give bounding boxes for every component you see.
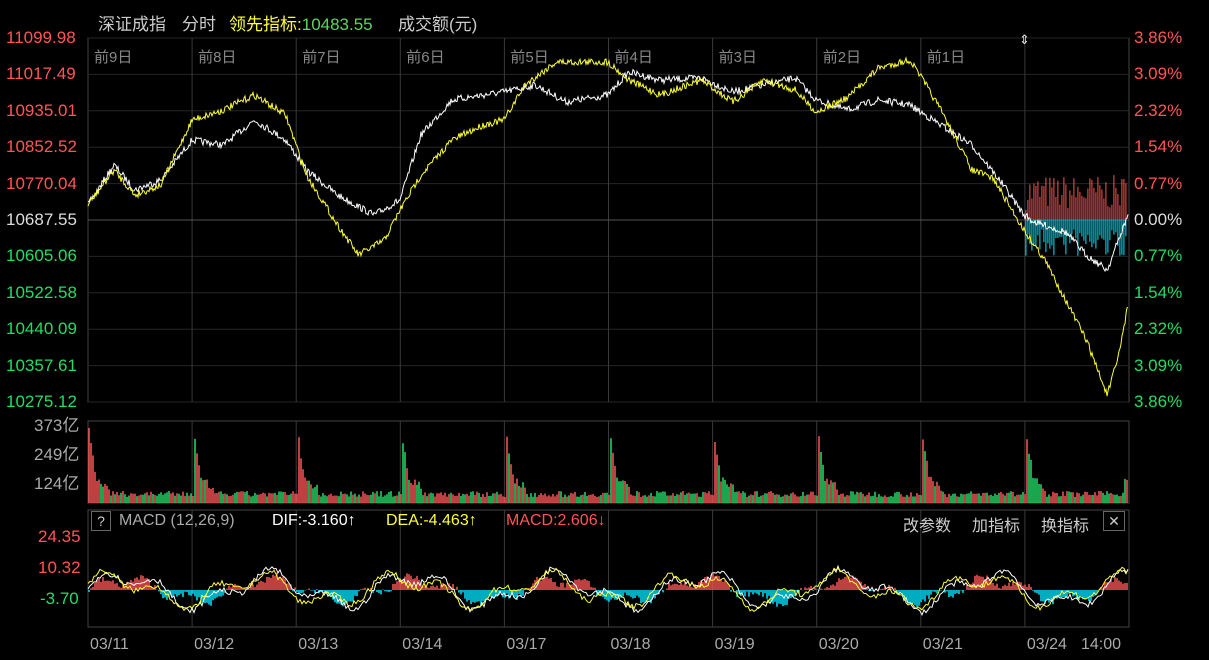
intraday-chart[interactable]: ⇕ — [0, 0, 1209, 660]
price-tick: 10687.55 — [6, 210, 77, 229]
price-tick: 10357.61 — [6, 355, 77, 375]
percent-tick: 3.09% — [1134, 64, 1183, 84]
date-label: 03/12 — [194, 636, 235, 653]
macd-tick: 10.32 — [38, 558, 81, 577]
day-label: 前5日 — [510, 49, 549, 66]
day-label: 前4日 — [614, 49, 653, 66]
price-tick: 10605.06 — [6, 246, 77, 266]
percent-tick: 0.77% — [1134, 173, 1183, 193]
macd-dea: DEA:-4.463↑ — [386, 512, 477, 529]
date-label: 03/18 — [610, 636, 651, 653]
percent-tick: 0.00% — [1134, 210, 1183, 229]
price-tick: 10852.52 — [6, 137, 77, 157]
macd-title: MACD (12,26,9) — [119, 512, 235, 529]
percent-tick: 3.09% — [1134, 355, 1183, 375]
change-params-button[interactable]: 改参数 — [903, 512, 951, 536]
volume-tick: 124亿 — [34, 474, 80, 493]
date-label: 03/17 — [506, 636, 547, 653]
day-label: 前7日 — [302, 49, 341, 66]
price-tick: 10275.12 — [6, 392, 77, 411]
price-tick: 10770.04 — [6, 173, 77, 193]
percent-tick: 2.32% — [1134, 319, 1183, 339]
day-label: 前3日 — [718, 49, 757, 66]
close-icon[interactable]: ✕ — [1103, 511, 1125, 531]
day-label: 前1日 — [926, 49, 966, 66]
date-label: 03/20 — [818, 636, 859, 653]
volume-tick: 249亿 — [34, 445, 80, 464]
percent-tick: 3.86% — [1134, 392, 1183, 411]
current-day-bars — [1025, 175, 1127, 256]
date-label: 03/19 — [714, 636, 755, 653]
date-label: 03/11 — [90, 636, 129, 653]
chart-grid — [87, 37, 1130, 628]
price-tick: 10935.01 — [6, 100, 77, 120]
percent-tick: 1.54% — [1134, 282, 1183, 302]
macd-tick: 24.35 — [38, 527, 81, 546]
price-tick: 11017.49 — [6, 64, 76, 84]
date-label: 14:00 — [1081, 636, 1122, 653]
percent-tick: 1.54% — [1134, 137, 1183, 157]
percent-tick: 0.77% — [1134, 246, 1183, 266]
price-tick: 11099.98 — [6, 28, 76, 47]
day-label: 前6日 — [406, 49, 445, 66]
svg-text:⇕: ⇕ — [1019, 32, 1030, 47]
date-label: 03/14 — [402, 636, 443, 653]
price-tick: 10522.58 — [6, 282, 77, 302]
macd-dif: DIF:-3.160↑ — [272, 512, 356, 529]
drag-icon[interactable]: ⇕ — [1019, 32, 1030, 47]
day-label: 前9日 — [94, 49, 133, 66]
price-tick: 10440.09 — [6, 319, 77, 339]
macd-help-button[interactable]: ? — [91, 511, 111, 531]
percent-tick: 3.86% — [1134, 28, 1183, 47]
volume-tick: 373亿 — [34, 416, 80, 435]
macd-value: MACD:2.606↓ — [506, 512, 606, 529]
date-label: 03/13 — [298, 636, 339, 653]
date-label: 03/24 — [1026, 636, 1067, 653]
percent-tick: 2.32% — [1134, 100, 1183, 120]
macd-tick: -3.70 — [40, 589, 79, 608]
add-indicator-button[interactable]: 加指标 — [972, 512, 1020, 536]
day-label: 前8日 — [198, 49, 237, 66]
date-label: 03/21 — [922, 636, 963, 653]
day-label: 前2日 — [822, 49, 862, 66]
switch-indicator-button[interactable]: 换指标 — [1041, 512, 1089, 536]
